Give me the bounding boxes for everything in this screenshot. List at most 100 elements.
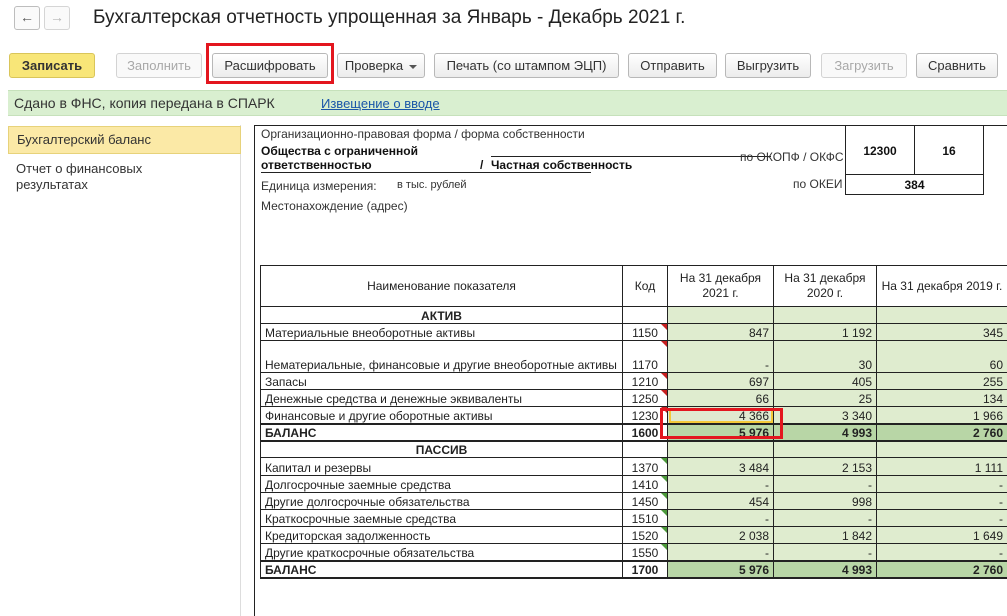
okei-code: 384	[845, 174, 984, 195]
table-row: Другие долгосрочные обязательства 1450 4…	[260, 492, 1007, 510]
unit-label: Единица измерения:	[261, 179, 377, 193]
value-2021[interactable]: 454	[667, 492, 774, 510]
value-2020[interactable]: 4 993	[773, 422, 877, 442]
decode-marker-icon	[661, 510, 667, 516]
value-2020[interactable]: -	[773, 509, 877, 527]
code-text: 1450	[631, 495, 659, 509]
import-button[interactable]: Загрузить	[821, 53, 907, 78]
value-2021[interactable]: 847	[667, 323, 774, 341]
value-2019[interactable]: 1 649	[876, 526, 1007, 544]
value-2020[interactable]: 405	[773, 372, 877, 390]
okfs-code: 16	[914, 125, 984, 175]
value-2019[interactable]: 1 111	[876, 457, 1007, 476]
decode-marker-icon	[661, 341, 667, 347]
sidebar-item-balance-sheet[interactable]: Бухгалтерский баланс	[8, 126, 241, 154]
ownership-overline	[491, 156, 771, 157]
value-2019[interactable]: 255	[876, 372, 1007, 390]
send-button[interactable]: Отправить	[628, 53, 717, 78]
value-2021[interactable]: 66	[667, 389, 774, 407]
empty-cell	[667, 306, 774, 324]
code-text: 1410	[631, 478, 659, 492]
report-form: Организационно-правовая форма / форма со…	[252, 125, 1007, 616]
forward-button[interactable]: →	[44, 6, 70, 30]
value-2021[interactable]: 2 038	[667, 526, 774, 544]
row-code: 1410	[622, 475, 668, 493]
column-header: На 31 декабря 2020 г.	[773, 265, 877, 307]
table-row: Долгосрочные заемные средства 1410 - - -	[260, 475, 1007, 493]
value-2021[interactable]: 5 976	[667, 559, 774, 579]
value-2020[interactable]: 1 192	[773, 323, 877, 341]
value-2019[interactable]: -	[876, 475, 1007, 493]
decode-marker-icon	[661, 390, 667, 396]
code-text: 1520	[631, 529, 659, 543]
compare-button[interactable]: Сравнить	[916, 53, 998, 78]
row-name: Денежные средства и денежные эквиваленты	[260, 389, 623, 407]
section-row-assets: АКТИВ	[260, 306, 1007, 324]
value-2020[interactable]: 2 153	[773, 457, 877, 476]
value-2021[interactable]: -	[667, 340, 774, 373]
value-2019[interactable]: -	[876, 492, 1007, 510]
decode-marker-icon	[661, 373, 667, 379]
arrow-left-icon: ←	[20, 9, 34, 25]
value-2019[interactable]: -	[876, 543, 1007, 561]
export-button[interactable]: Выгрузить	[725, 53, 811, 78]
fill-button[interactable]: Заполнить	[116, 53, 202, 78]
status-text: Сдано в ФНС, копия передана в СПАРК	[14, 95, 275, 111]
value-2019[interactable]: 134	[876, 389, 1007, 407]
value-2019[interactable]: 345	[876, 323, 1007, 341]
value-2019[interactable]: -	[876, 509, 1007, 527]
value-2020[interactable]: 1 842	[773, 526, 877, 544]
sidebar-item-financial-results[interactable]: Отчет о финансовых результатах	[8, 161, 168, 197]
row-name: Материальные внеоборотные активы	[260, 323, 623, 341]
value-2020[interactable]: -	[773, 543, 877, 561]
row-name: Нематериальные, финансовые и другие внео…	[260, 340, 623, 373]
org-form-underline	[261, 172, 591, 173]
row-name: Запасы	[260, 372, 623, 390]
row-name: БАЛАНС	[260, 422, 623, 442]
value-2020[interactable]: 30	[773, 340, 877, 373]
value-2020[interactable]: 4 993	[773, 559, 877, 579]
total-row-assets: БАЛАНС 1600 5 976 4 993 2 760	[260, 422, 1007, 442]
code-text: 1150	[632, 326, 658, 340]
input-notice-link[interactable]: Извещение о вводе	[321, 96, 440, 111]
value-2019[interactable]: 2 760	[876, 559, 1007, 579]
value-2021[interactable]: -	[667, 475, 774, 493]
value-2021[interactable]: -	[667, 509, 774, 527]
value-2021[interactable]: 697	[667, 372, 774, 390]
title-bar: ← → Бухгалтерская отчетность упрощенная …	[0, 0, 1007, 40]
okopf-label: по ОКОПФ / ОКФС	[740, 150, 844, 164]
code-text: 1250	[631, 392, 659, 406]
empty-cell	[773, 440, 877, 458]
org-form-separator: /	[480, 158, 484, 172]
row-name: Краткосрочные заемные средства	[260, 509, 623, 527]
check-dropdown[interactable]: Проверка	[337, 53, 425, 78]
table-row: Нематериальные, финансовые и другие внео…	[260, 340, 1007, 373]
value-2020[interactable]: 3 340	[773, 406, 877, 424]
empty-cell	[876, 440, 1007, 458]
section-title: ПАССИВ	[260, 440, 623, 458]
decode-marker-icon	[661, 493, 667, 499]
row-code: 1370	[622, 457, 668, 476]
value-2021[interactable]: 3 484	[667, 457, 774, 476]
value-2020[interactable]: -	[773, 475, 877, 493]
empty-cell	[622, 440, 668, 458]
table-row: Материальные внеоборотные активы 1150 84…	[260, 323, 1007, 341]
table-row: Финансовые и другие оборотные активы 123…	[260, 406, 1007, 424]
back-button[interactable]: ←	[14, 6, 40, 30]
save-button[interactable]: Записать	[9, 53, 95, 78]
code-text: 1230	[631, 408, 659, 423]
unit-value: в тыс. рублей	[397, 179, 467, 191]
decode-marker-icon	[661, 544, 667, 550]
value-2020[interactable]: 998	[773, 492, 877, 510]
table-row: Запасы 1210 697 405 255	[260, 372, 1007, 390]
arrow-right-icon: →	[50, 9, 64, 25]
row-name: Капитал и резервы	[260, 457, 623, 476]
value-2019[interactable]: 2 760	[876, 422, 1007, 442]
table-row: Капитал и резервы 1370 3 484 2 153 1 111	[260, 457, 1007, 476]
value-2021[interactable]: -	[667, 543, 774, 561]
value-2019[interactable]: 60	[876, 340, 1007, 373]
print-button[interactable]: Печать (со штампом ЭЦП)	[434, 53, 619, 78]
value-2019[interactable]: 1 966	[876, 406, 1007, 424]
value-2020[interactable]: 25	[773, 389, 877, 407]
ownership-form: Частная собственность	[491, 158, 633, 172]
